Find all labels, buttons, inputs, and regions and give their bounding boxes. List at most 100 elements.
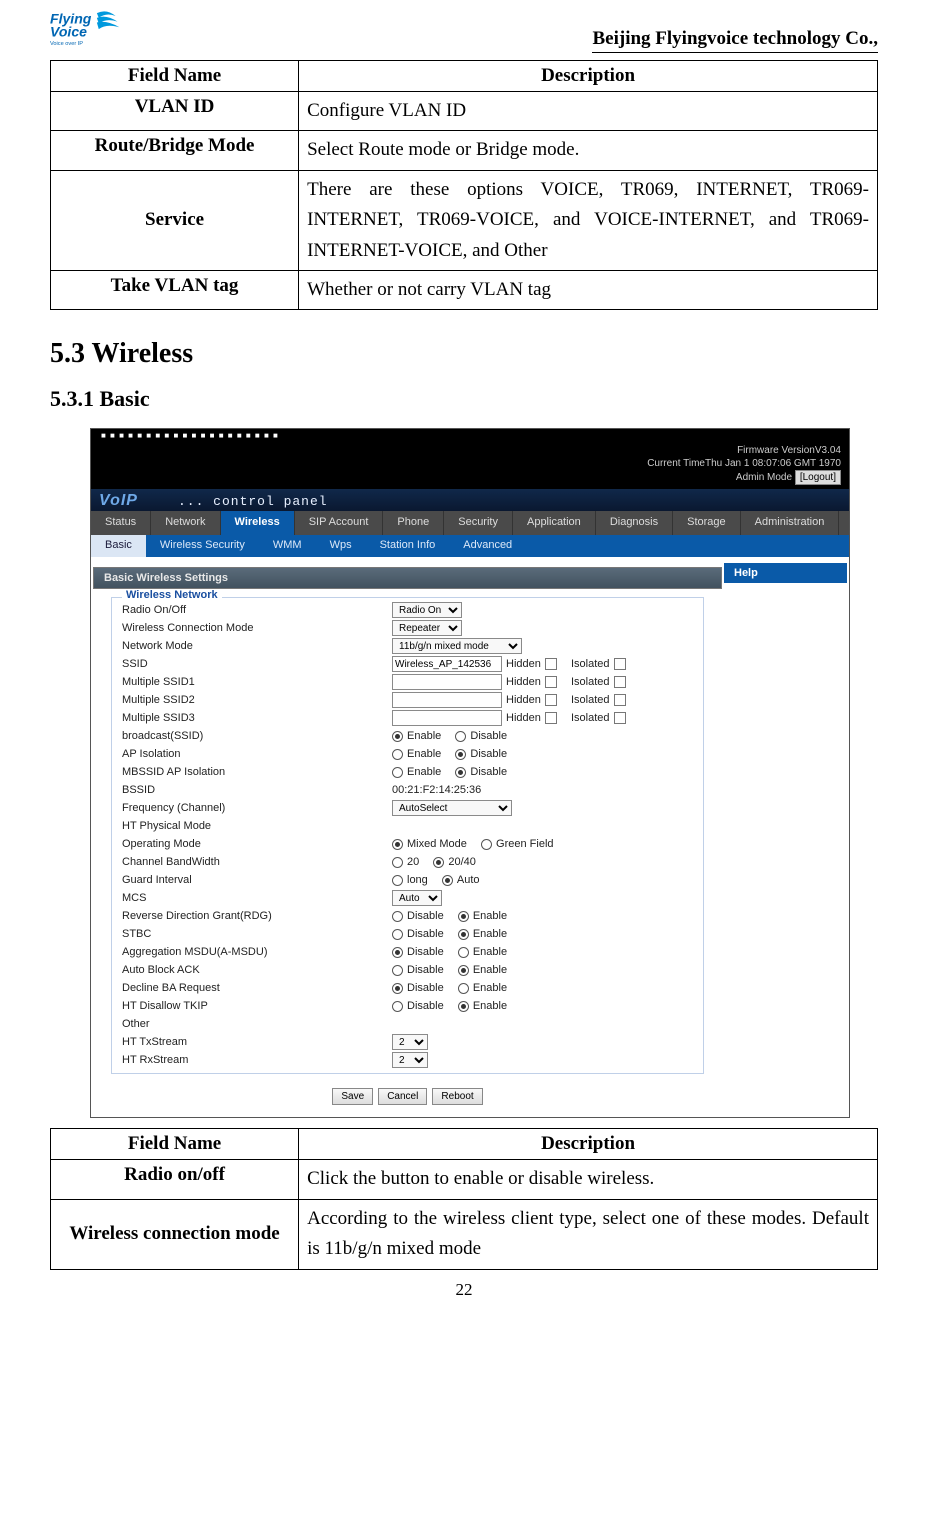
broadcast-enable-radio[interactable] xyxy=(392,731,403,742)
mssid2-isolated-checkbox[interactable] xyxy=(614,694,626,706)
mainnav-tab-application[interactable]: Application xyxy=(513,511,596,535)
apiso-enable-radio[interactable] xyxy=(392,749,403,760)
table-row: Radio on/off Click the button to enable … xyxy=(51,1160,878,1199)
tkip-disable-radio[interactable] xyxy=(392,1001,403,1012)
sub-nav: BasicWireless SecurityWMMWpsStation Info… xyxy=(91,535,849,557)
brand-voip: VoIP xyxy=(99,492,138,510)
mainnav-tab-network[interactable]: Network xyxy=(151,511,220,535)
mssid2-hidden-checkbox[interactable] xyxy=(545,694,557,706)
bssid-value: 00:21:F2:14:25:36 xyxy=(392,784,703,796)
guard-auto-radio[interactable] xyxy=(442,875,453,886)
company-name: Beijing Flyingvoice technology Co., xyxy=(592,28,878,53)
net-mode-select[interactable]: 11b/g/n mixed mode xyxy=(392,638,522,654)
wireless-basic-screenshot: ■ ■ ■ ■ ■ ■ ■ ■ ■ ■ ■ ■ ■ ■ ■ ■ ■ ■ ■ ■ … xyxy=(90,428,850,1118)
mbssid-disable-radio[interactable] xyxy=(455,767,466,778)
subnav-tab-advanced[interactable]: Advanced xyxy=(449,535,526,557)
cancel-button[interactable]: Cancel xyxy=(378,1088,427,1105)
guard-long-radio[interactable] xyxy=(392,875,403,886)
svg-text:Voice over IP: Voice over IP xyxy=(50,41,83,47)
th-desc2: Description xyxy=(299,1129,878,1160)
apiso-disable-radio[interactable] xyxy=(455,749,466,760)
mcs-select[interactable]: Auto xyxy=(392,890,442,906)
mainnav-tab-status[interactable]: Status xyxy=(91,511,151,535)
th-field: Field Name xyxy=(51,61,299,92)
subnav-tab-wmm[interactable]: WMM xyxy=(259,535,316,557)
mainnav-tab-security[interactable]: Security xyxy=(444,511,513,535)
mssid1-isolated-checkbox[interactable] xyxy=(614,676,626,688)
rxstream-select[interactable]: 2 xyxy=(392,1052,428,1068)
lbl-bssid: BSSID xyxy=(122,784,392,796)
lbl-radio: Radio On/Off xyxy=(122,604,392,616)
firmware-text: Firmware VersionV3.04 xyxy=(99,444,841,457)
reboot-button[interactable]: Reboot xyxy=(432,1088,482,1105)
lbl-chbw: Channel BandWidth xyxy=(122,856,392,868)
mainnav-tab-wireless[interactable]: Wireless xyxy=(221,511,295,535)
mssid1-input[interactable] xyxy=(392,674,502,690)
main-nav: StatusNetworkWirelessSIP AccountPhoneSec… xyxy=(91,511,849,535)
subnav-tab-basic[interactable]: Basic xyxy=(91,535,146,557)
mssid3-input[interactable] xyxy=(392,710,502,726)
stbc-disable-radio[interactable] xyxy=(392,929,403,940)
save-button[interactable]: Save xyxy=(332,1088,373,1105)
svg-text:Voice: Voice xyxy=(50,24,87,40)
bw-2040-radio[interactable] xyxy=(433,857,444,868)
subnav-tab-wps[interactable]: Wps xyxy=(316,535,366,557)
ssid-isolated-checkbox[interactable] xyxy=(614,658,626,670)
logout-button[interactable]: [Logout] xyxy=(795,470,841,485)
mainnav-tab-sip-account[interactable]: SIP Account xyxy=(295,511,384,535)
lbl-stbc: STBC xyxy=(122,928,392,940)
opmode-green-radio[interactable] xyxy=(481,839,492,850)
mssid3-hidden-checkbox[interactable] xyxy=(545,712,557,724)
amsdu-disable-radio[interactable] xyxy=(392,947,403,958)
lbl-mssid3: Multiple SSID3 xyxy=(122,712,392,724)
dba-disable-radio[interactable] xyxy=(392,983,403,994)
ssid-input[interactable] xyxy=(392,656,502,672)
mbssid-enable-radio[interactable] xyxy=(392,767,403,778)
mssid1-hidden-checkbox[interactable] xyxy=(545,676,557,688)
rdg-disable-radio[interactable] xyxy=(392,911,403,922)
th-desc: Description xyxy=(299,61,878,92)
lbl-guard: Guard Interval xyxy=(122,874,392,886)
mainnav-tab-storage[interactable]: Storage xyxy=(673,511,741,535)
txstream-select[interactable]: 2 xyxy=(392,1034,428,1050)
heading-5-3-1: 5.3.1 Basic xyxy=(50,386,878,412)
freq-select[interactable]: AutoSelect xyxy=(392,800,512,816)
amsdu-enable-radio[interactable] xyxy=(458,947,469,958)
ablock-enable-radio[interactable] xyxy=(458,965,469,976)
lbl-dba: Decline BA Request xyxy=(122,982,392,994)
radio-select[interactable]: Radio On xyxy=(392,602,462,618)
stbc-enable-radio[interactable] xyxy=(458,929,469,940)
conn-mode-select[interactable]: Repeater xyxy=(392,620,462,636)
rdg-enable-radio[interactable] xyxy=(458,911,469,922)
mainnav-tab-phone[interactable]: Phone xyxy=(383,511,444,535)
ssid-hidden-checkbox[interactable] xyxy=(545,658,557,670)
lbl-mbssid: MBSSID AP Isolation xyxy=(122,766,392,778)
lbl-ssid: SSID xyxy=(122,658,392,670)
bw-20-radio[interactable] xyxy=(392,857,403,868)
mainnav-tab-administration[interactable]: Administration xyxy=(741,511,840,535)
subnav-tab-wireless-security[interactable]: Wireless Security xyxy=(146,535,259,557)
page-header: Flying Voice Voice over IP Beijing Flyin… xyxy=(50,10,878,55)
panel-title: Basic Wireless Settings xyxy=(93,567,722,589)
broadcast-disable-radio[interactable] xyxy=(455,731,466,742)
lbl-txstream: HT TxStream xyxy=(122,1036,392,1048)
mssid2-input[interactable] xyxy=(392,692,502,708)
lbl-conn-mode: Wireless Connection Mode xyxy=(122,622,392,634)
lbl-mssid1: Multiple SSID1 xyxy=(122,676,392,688)
page-number: 22 xyxy=(50,1280,878,1300)
lbl-freq: Frequency (Channel) xyxy=(122,802,392,814)
subnav-tab-station-info[interactable]: Station Info xyxy=(366,535,450,557)
lbl-net-mode: Network Mode xyxy=(122,640,392,652)
lbl-mssid2: Multiple SSID2 xyxy=(122,694,392,706)
dba-enable-radio[interactable] xyxy=(458,983,469,994)
mainnav-tab-diagnosis[interactable]: Diagnosis xyxy=(596,511,673,535)
table-row: VLAN ID Configure VLAN ID xyxy=(51,92,878,131)
lbl-rdg: Reverse Direction Grant(RDG) xyxy=(122,910,392,922)
opmode-mixed-radio[interactable] xyxy=(392,839,403,850)
tkip-enable-radio[interactable] xyxy=(458,1001,469,1012)
ablock-disable-radio[interactable] xyxy=(392,965,403,976)
lbl-broadcast: broadcast(SSID) xyxy=(122,730,392,742)
lbl-apiso: AP Isolation xyxy=(122,748,392,760)
mssid3-isolated-checkbox[interactable] xyxy=(614,712,626,724)
lbl-mcs: MCS xyxy=(122,892,392,904)
